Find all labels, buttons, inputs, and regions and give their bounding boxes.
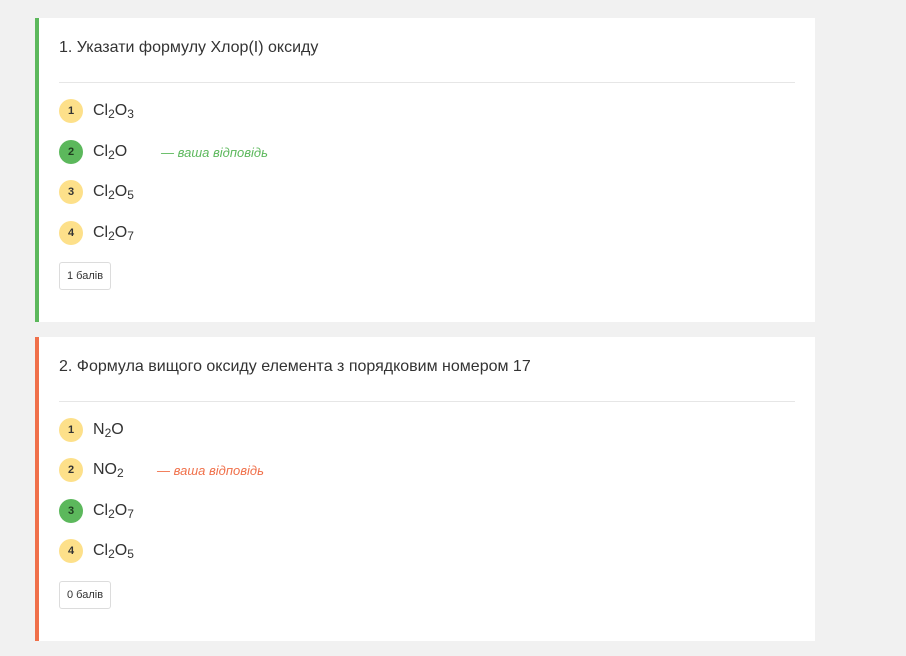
divider	[59, 82, 795, 83]
option-number-badge: 2	[59, 458, 83, 482]
question-title: 1. Указати формулу Хлор(І) оксиду	[59, 39, 319, 56]
answer-option-1: 1 N2O	[59, 417, 155, 443]
option-formula: Cl2O7	[93, 224, 134, 243]
option-number-badge: 3	[59, 180, 83, 204]
option-formula: Cl2O5	[93, 542, 134, 561]
option-number-badge: 1	[59, 418, 83, 442]
answer-option-2: 2 Cl2O — ваша відповідь	[59, 139, 268, 165]
answer-option-2: 2 NO2 — ваша відповідь	[59, 457, 264, 483]
option-formula: Cl2O3	[93, 102, 134, 121]
option-number-badge: 4	[59, 539, 83, 563]
answer-option-1: 1 Cl2O3	[59, 98, 155, 124]
option-formula: Cl2O	[93, 143, 128, 162]
option-formula: N2O	[93, 421, 124, 440]
option-number-badge-correct: 2	[59, 140, 83, 164]
answer-option-3: 3 Cl2O7	[59, 498, 155, 524]
divider	[59, 401, 795, 402]
option-formula: NO2	[93, 461, 124, 480]
your-answer-label: — ваша відповідь	[157, 462, 264, 478]
score-badge: 0 балів	[59, 581, 112, 609]
answer-option-3: 3 Cl2O5	[59, 179, 155, 205]
score-badge: 1 балів	[59, 262, 112, 290]
option-number-badge: 4	[59, 221, 83, 245]
option-number-badge-correct: 3	[59, 499, 83, 523]
option-formula: Cl2O7	[93, 502, 134, 521]
answer-option-4: 4 Cl2O7	[59, 220, 155, 246]
answer-option-4: 4 Cl2O5	[59, 538, 155, 564]
question-card-2: 2. Формула вищого оксиду елемента з поря…	[35, 337, 815, 641]
option-formula: Cl2O5	[93, 183, 134, 202]
your-answer-label: — ваша відповідь	[161, 144, 268, 160]
option-number-badge: 1	[59, 99, 83, 123]
question-card-1: 1. Указати формулу Хлор(І) оксиду 1 Cl2O…	[35, 18, 815, 322]
question-title: 2. Формула вищого оксиду елемента з поря…	[59, 358, 531, 375]
